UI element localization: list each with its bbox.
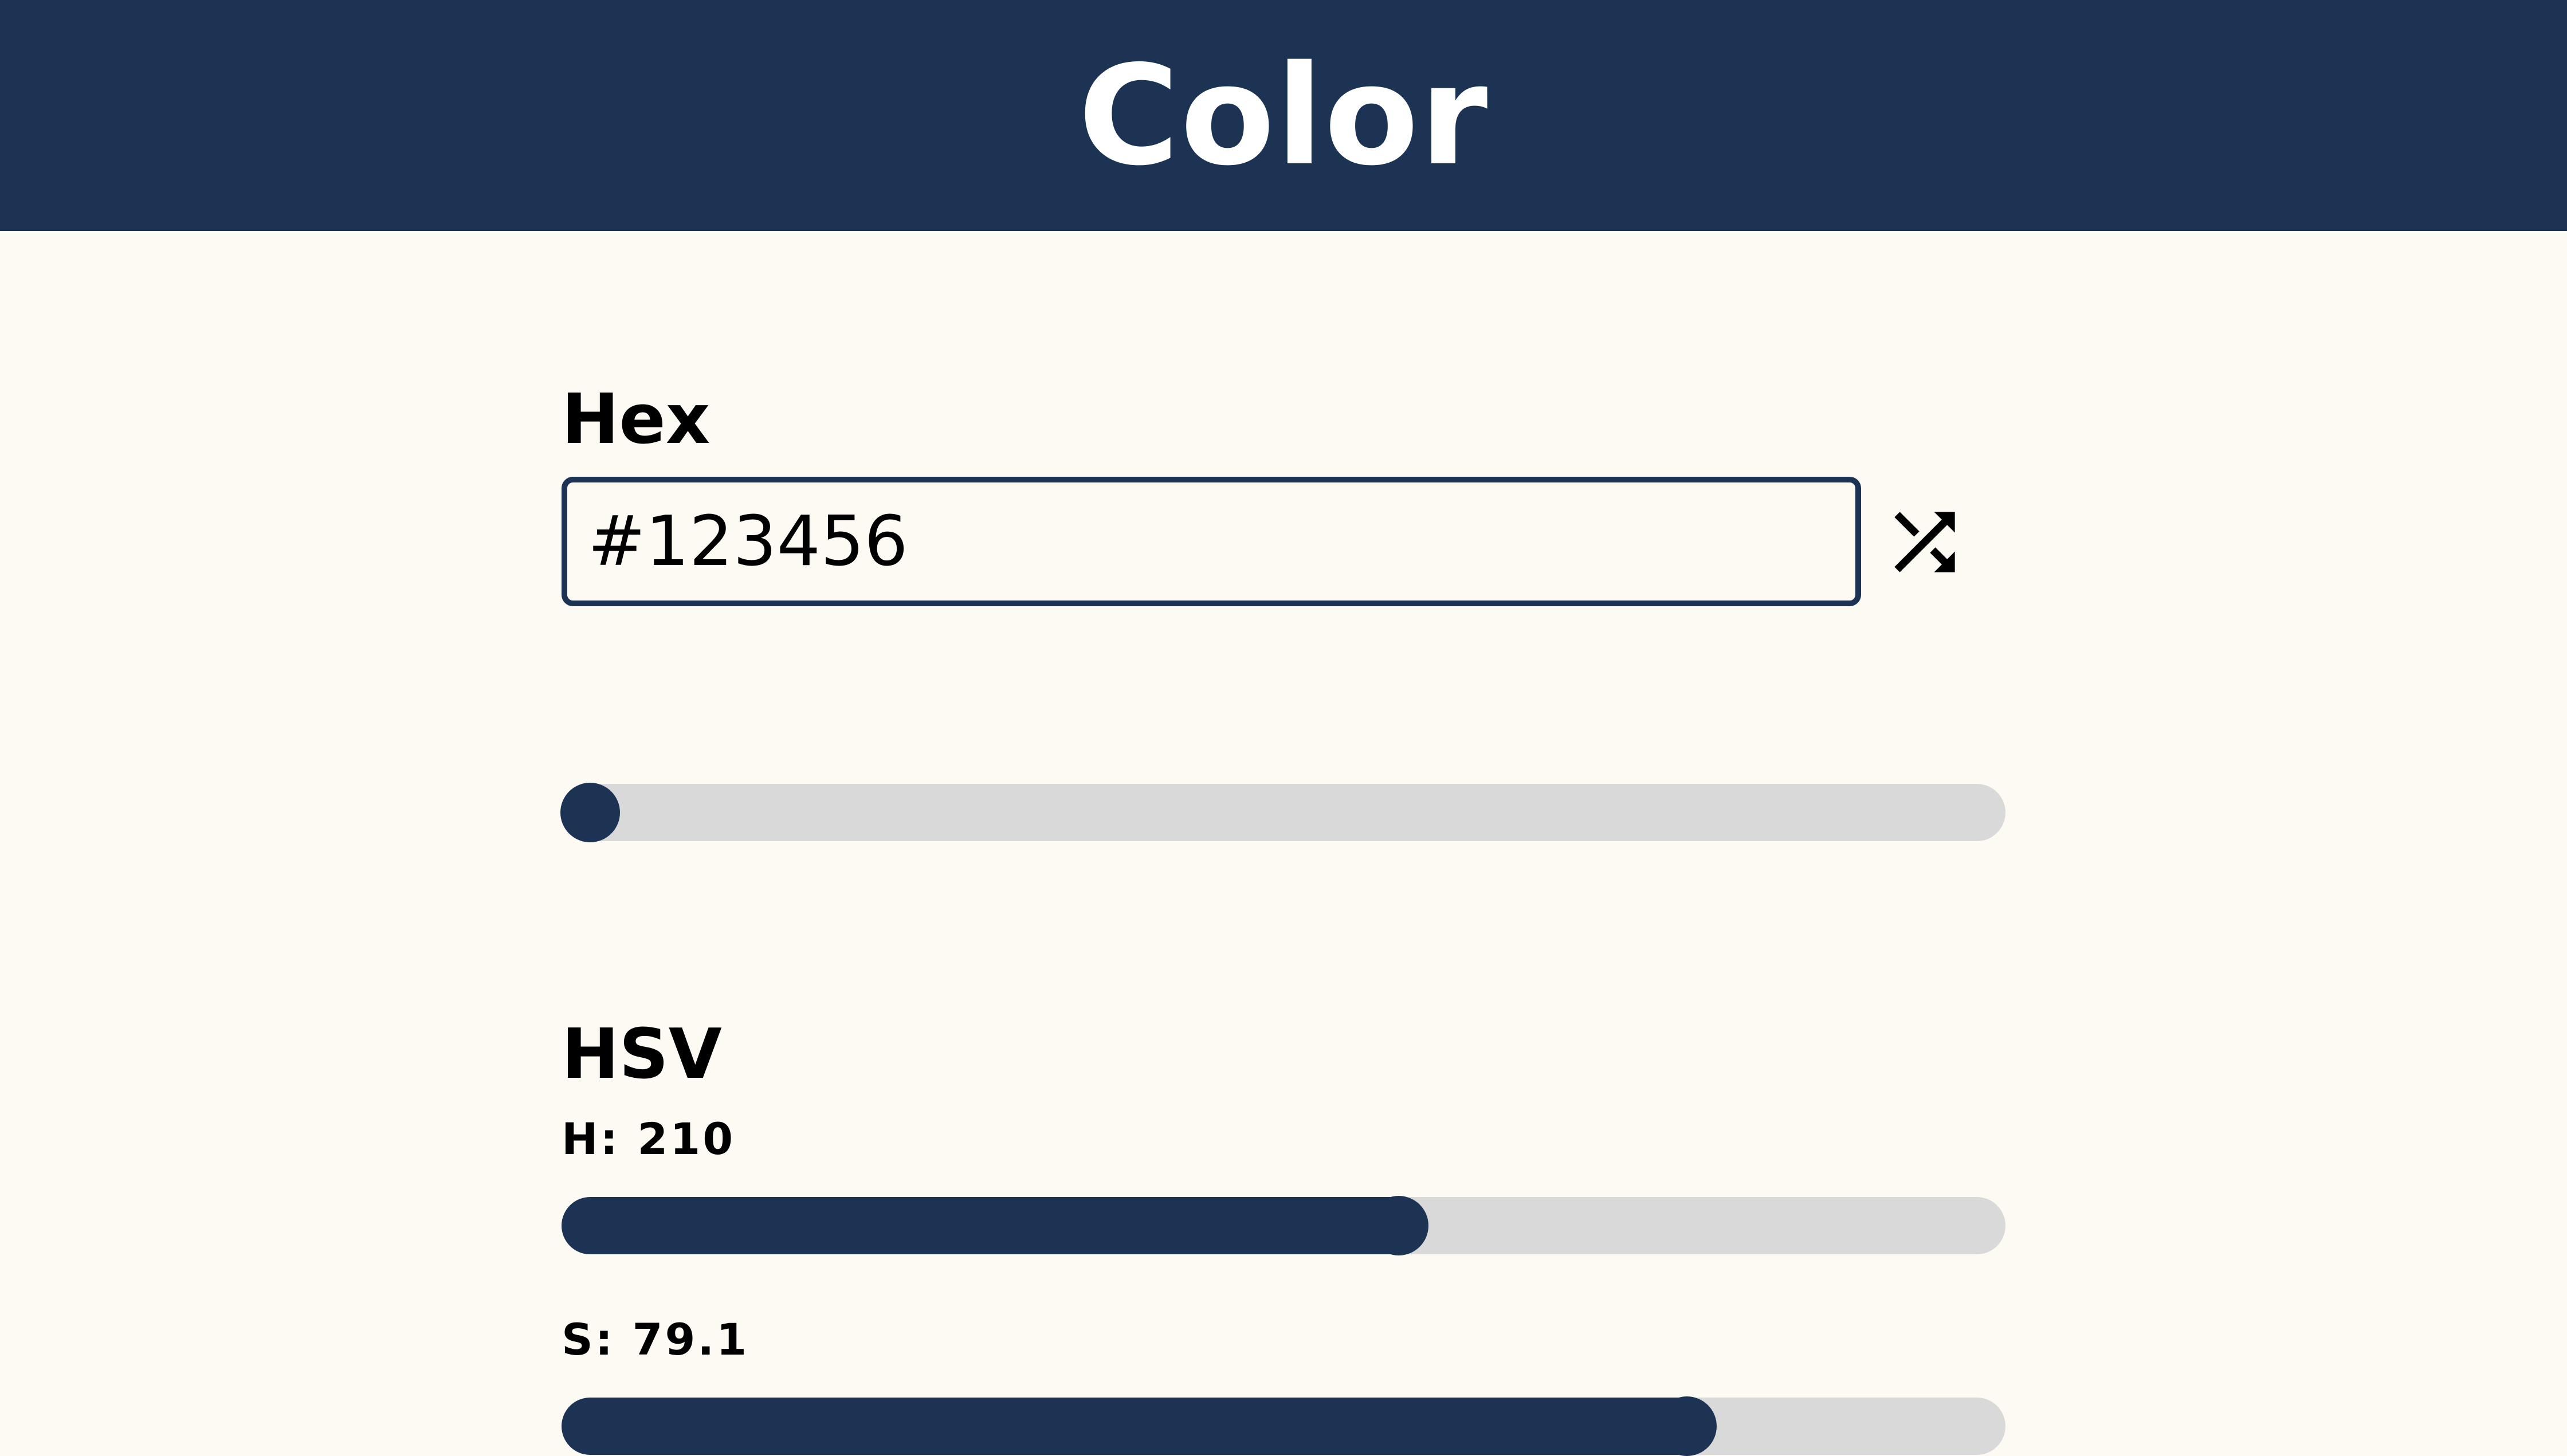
hex-section-title: Hex xyxy=(562,380,711,460)
alpha-slider-thumb[interactable] xyxy=(560,783,620,842)
hue-slider-thumb[interactable] xyxy=(1368,1196,1428,1255)
app-header: Color xyxy=(0,0,2567,231)
shuffle-icon xyxy=(1894,512,1955,572)
page-title: Color xyxy=(1078,35,1489,196)
hsv-section-title: HSV xyxy=(562,1015,722,1094)
hue-label: H: 210 xyxy=(562,1113,736,1164)
hex-row xyxy=(562,477,2005,606)
alpha-slider[interactable] xyxy=(560,783,2005,842)
saturation-slider[interactable] xyxy=(562,1396,2005,1456)
hex-input[interactable] xyxy=(562,477,1861,606)
saturation-label: S: 79.1 xyxy=(562,1314,749,1365)
hue-slider-fill xyxy=(562,1197,1427,1254)
randomize-button[interactable] xyxy=(1879,497,1970,587)
saturation-slider-fill xyxy=(562,1398,1716,1455)
saturation-slider-thumb[interactable] xyxy=(1657,1396,1717,1456)
hue-slider[interactable] xyxy=(562,1196,2005,1255)
